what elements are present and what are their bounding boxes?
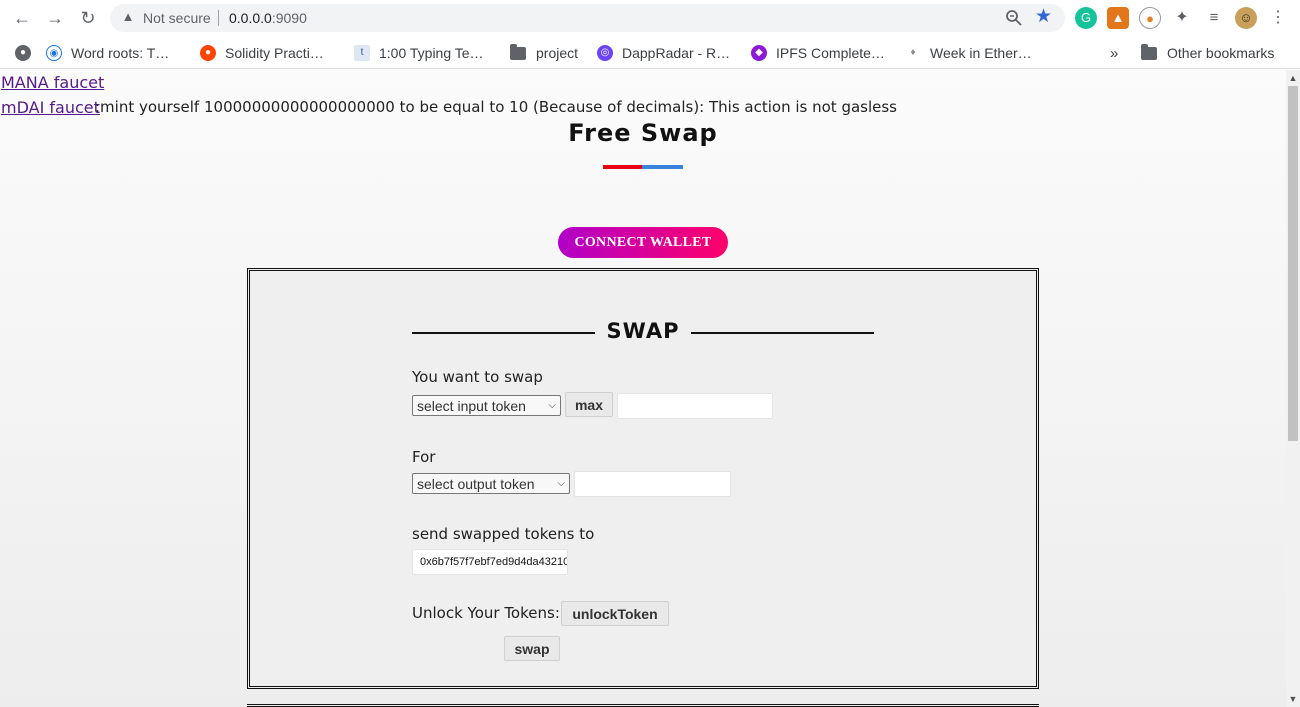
reddit-icon: ● xyxy=(200,45,216,61)
apps-icon[interactable]: ● xyxy=(15,43,40,63)
typing-icon: t xyxy=(354,45,370,61)
grammarly-icon[interactable]: G xyxy=(1075,7,1097,29)
bookmark-typing[interactable]: t 1:00 Typing Te… xyxy=(354,43,484,63)
bookmark-label: IPFS Complete… xyxy=(776,45,885,61)
bookmark-label: Solidity Practi… xyxy=(225,45,324,61)
page-title: Free Swap xyxy=(568,119,718,147)
scroll-up-icon[interactable]: ▲ xyxy=(1288,73,1298,83)
ethereum-icon: ♦ xyxy=(905,45,921,61)
bookmark-ipfs[interactable]: ◆ IPFS Complete… xyxy=(751,43,885,63)
bookmarks-overflow[interactable]: » xyxy=(1110,43,1118,63)
address-divider xyxy=(218,10,219,26)
other-bookmarks-label: Other bookmarks xyxy=(1167,45,1275,61)
bookmark-label: Week in Ether… xyxy=(930,45,1032,61)
swap-heading: SWAP xyxy=(606,319,680,343)
profile-avatar[interactable]: ☺ xyxy=(1235,7,1257,29)
address-bar[interactable]: ▲ Not secure 0.0.0.0:9090 ★ xyxy=(110,4,1065,32)
bookmark-ethereum[interactable]: ♦ Week in Ether… xyxy=(905,43,1032,63)
bookmark-label: DappRadar - R… xyxy=(622,45,731,61)
bookmark-project[interactable]: project xyxy=(510,43,578,63)
bookmark-label: Word roots: T… xyxy=(71,45,170,61)
back-icon[interactable]: ← xyxy=(12,8,32,28)
swap-button[interactable]: swap xyxy=(504,636,560,661)
metamask-icon[interactable]: ▲ xyxy=(1107,7,1129,29)
security-label: Not secure xyxy=(143,10,211,26)
bookmark-dappradar[interactable]: ◎ DappRadar - R… xyxy=(597,43,730,63)
chevron-down-icon: ⌵ xyxy=(557,478,565,489)
for-label: For xyxy=(412,448,436,466)
bookmark-favicon-icon: ◉ xyxy=(46,45,62,61)
heading-line-right xyxy=(691,332,874,334)
bookmark-label: project xyxy=(536,45,579,61)
scroll-thumb[interactable] xyxy=(1288,86,1298,441)
unlock-tokens-label: Unlock Your Tokens: xyxy=(412,604,560,622)
reload-icon[interactable]: ↻ xyxy=(78,8,98,28)
folder-icon xyxy=(1141,43,1157,60)
input-amount-field[interactable] xyxy=(617,393,773,419)
extension-icon[interactable]: ● xyxy=(1139,7,1161,29)
bookmark-label: 1:00 Typing Te… xyxy=(379,45,484,61)
ipfs-icon: ◆ xyxy=(751,45,767,61)
title-underline-red xyxy=(603,165,642,169)
mdai-faucet-link[interactable]: mDAI faucet xyxy=(1,98,100,117)
folder-icon xyxy=(510,43,526,60)
input-token-select[interactable]: select input token ⌵ xyxy=(412,395,561,416)
reading-list-icon[interactable]: ≡ xyxy=(1203,7,1225,29)
browser-toolbar: ← → ↻ ▲ Not secure 0.0.0.0:9090 ★ G ▲ ● … xyxy=(0,0,1300,36)
bookmark-star-icon[interactable]: ★ xyxy=(1035,6,1052,28)
title-underline-blue xyxy=(642,165,683,169)
recipient-address-field[interactable]: 0x6b7f57f7ebf7ed9d4da43210 xyxy=(412,549,568,575)
warning-icon: ▲ xyxy=(121,9,135,24)
max-button[interactable]: max xyxy=(565,392,613,417)
connect-wallet-button[interactable]: CONNECT WALLET xyxy=(558,227,728,258)
dappradar-icon: ◎ xyxy=(597,45,613,61)
url-text[interactable]: 0.0.0.0:9090 xyxy=(229,10,307,26)
page-scrollbar[interactable]: ▲ ▼ xyxy=(1286,70,1300,707)
url-port: :9090 xyxy=(271,10,307,26)
bookmark-word-roots[interactable]: ◉ Word roots: T… xyxy=(46,43,169,63)
send-to-label: send swapped tokens to xyxy=(412,525,595,543)
forward-icon[interactable]: → xyxy=(45,8,65,28)
output-amount-field[interactable] xyxy=(574,471,731,497)
input-token-value: select input token xyxy=(417,397,526,414)
other-bookmarks[interactable]: Other bookmarks xyxy=(1141,43,1274,63)
heading-line-left xyxy=(412,332,595,334)
page-content: MANA faucet mDAI faucet :mint yourself 1… xyxy=(0,70,1286,707)
want-to-swap-label: You want to swap xyxy=(412,368,543,386)
url-host: 0.0.0.0 xyxy=(229,10,272,26)
output-token-select[interactable]: select output token ⌵ xyxy=(412,473,570,494)
bookmark-solidity[interactable]: ● Solidity Practi… xyxy=(200,43,324,63)
bookmarks-bar: ● ◉ Word roots: T… ● Solidity Practi… t 1:0… xyxy=(0,36,1300,69)
unlock-token-button[interactable]: unlockToken xyxy=(561,601,669,626)
output-token-value: select output token xyxy=(417,475,535,492)
menu-icon[interactable]: ⋮ xyxy=(1267,7,1289,29)
puzzle-icon[interactable]: ✦ xyxy=(1171,7,1193,29)
mana-faucet-link[interactable]: MANA faucet xyxy=(1,73,104,92)
mint-note: :mint yourself 10000000000000000000 to b… xyxy=(95,98,898,116)
zoom-icon[interactable] xyxy=(1005,9,1023,27)
chevron-down-icon: ⌵ xyxy=(548,400,556,411)
scroll-down-icon[interactable]: ▼ xyxy=(1288,694,1298,704)
